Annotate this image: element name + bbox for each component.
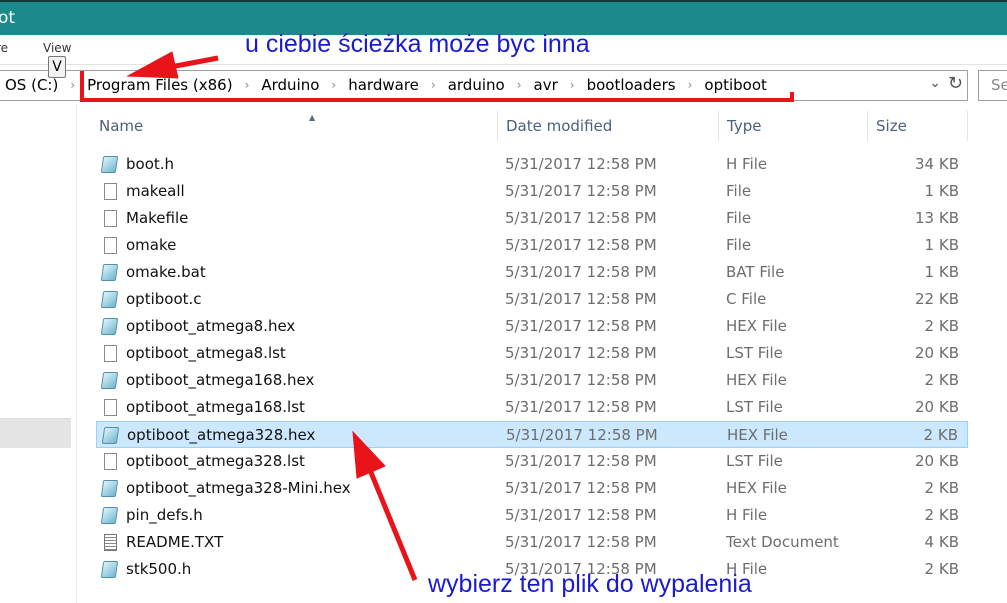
annotation-arrows — [126, 51, 418, 581]
arrow-to-file — [352, 430, 418, 581]
arrow-to-path — [126, 51, 219, 79]
